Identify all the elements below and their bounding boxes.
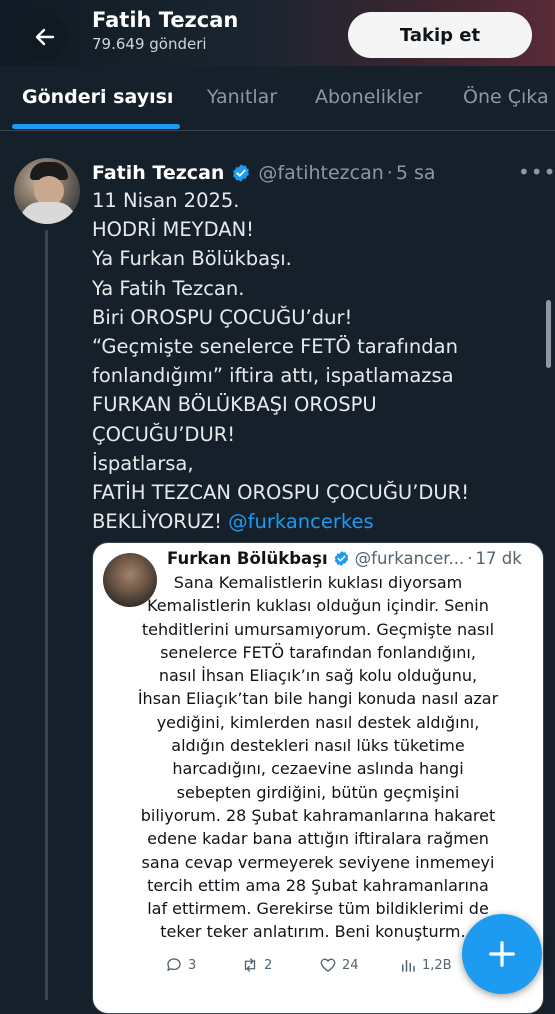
profile-header: Fatih Tezcan 79.649 gönderi Takip et [0,0,555,66]
tweet-time[interactable]: 5 sa [396,162,436,184]
more-horizontal-icon[interactable]: ••• [518,160,555,184]
quoted-line: tehditlerini umursamıyorum. Geçmişte nas… [141,619,495,639]
quoted-line: nasıl İhsan Eliaçık’ın sağ kolu olduğunu… [158,666,478,686]
tab-replies[interactable]: Yanıtlar [207,86,277,108]
tweet-line: fonlandığımı” iftira attı, ispatlamazsa [92,364,454,388]
tab-posts[interactable]: Gönderi sayısı [22,86,173,108]
quoted-line: yediğini, kimlerden nasıl destek aldığın… [156,712,480,732]
like-action[interactable]: 24 [319,956,359,974]
verified-badge-icon [233,164,250,182]
tweet-line: HODRİ MEYDAN! [92,218,254,242]
tab-highlights[interactable]: Öne Çıka [463,86,549,108]
quoted-tweet-header: Furkan Bölükbaşı @furkancer... · 17 dk [167,549,522,568]
quoted-actions: 3 2 24 1,2B [165,956,465,980]
quoted-line: sana cevap vermeyerek seviyene inmemeyi [141,852,495,872]
quoted-line: Sana Kemalistlerin kuklası diyorsam [173,573,463,592]
quoted-line: aldığın destekleri nasıl lüks tüketime [171,736,465,756]
quoted-line: sebepten girdiğini, bütün geçmişini [176,782,460,802]
follow-button[interactable]: Takip et [348,12,532,58]
profile-name: Fatih Tezcan [92,8,239,32]
quoted-handle[interactable]: @furkancer... [355,549,465,568]
retweet-count: 2 [264,957,273,973]
verified-badge-icon [334,551,348,566]
tab-subscriptions[interactable]: Abonelikler [315,86,422,108]
reply-count: 3 [188,957,197,973]
views-count: 1,2B [422,957,452,973]
retweet-icon [244,958,256,972]
back-button[interactable] [22,14,68,60]
quoted-line: laf ettirmem. Gerekirse tüm bildiklerimi… [147,899,489,919]
tweet-text: 11 Nisan 2025. HODRİ MEYDAN! Ya Furkan B… [92,186,542,536]
like-count: 24 [342,957,359,973]
retweet-action[interactable]: 2 [241,956,272,974]
tweet-handle[interactable]: @fatihtezcan [258,162,383,184]
separator: · [467,549,473,568]
thread-line [45,230,48,1000]
compose-button[interactable] [462,914,542,994]
quoted-line: edene kadar bana attığın iftiralara rağm… [147,829,489,849]
quoted-author-name[interactable]: Furkan Bölükbaşı [167,549,328,568]
active-tab-indicator [12,124,180,129]
tweet-line: 11 Nisan 2025. [92,189,240,212]
tweet-line: “Geçmişte senelerce FETÖ tarafından [92,335,458,359]
quoted-line: Kemalistlerin kuklası olduğun içindir. S… [147,596,489,616]
mention-link[interactable]: @furkancerkes [228,510,374,533]
tweet-line: ÇOCUĞU’DUR! [92,422,236,446]
plus-icon [489,941,515,967]
tweet-line-prefix: BEKLİYORUZ! [92,510,222,534]
quoted-line: İhsan Eliaçık’tan bile hangi konuda nası… [137,689,499,709]
quoted-line: biliyorum. 28 Şubat kahramanlarına hakar… [140,805,496,825]
quoted-line: senelerce FETÖ tarafından fonlandığını, [160,642,476,662]
tweet-line: FATİH TEZCAN OROSPU ÇOCUĞU’DUR! [92,481,470,505]
avatar[interactable] [14,158,80,224]
tweet-line: Biri OROSPU ÇOCUĞU’dur! [92,305,353,329]
views-action[interactable]: 1,2B [399,956,452,974]
tweet-author-name[interactable]: Fatih Tezcan [92,162,224,184]
post-count: 79.649 gönderi [92,35,207,53]
tweet-line: Ya Furkan Bölükbaşı. [92,247,292,271]
heart-icon [320,958,336,972]
tweet-line: İspatlarsa, [92,451,194,475]
quoted-tweet-text: Sana Kemalistlerin kuklası diyorsam Kema… [93,571,543,944]
reply-action[interactable]: 3 [165,956,196,974]
profile-tabs: Gönderi sayısı Yanıtlar Abonelikler Öne … [0,66,555,131]
quoted-line: harcadığını, cezaevine aslında hangi [172,759,464,779]
quoted-time[interactable]: 17 dk [476,549,522,568]
tweet-header: Fatih Tezcan @fatihtezcan · 5 sa [92,160,436,186]
arrow-left-icon [35,28,55,46]
views-icon [402,959,415,972]
tweet-last-line: BEKLİYORUZ! @furkancerkes [92,507,542,536]
quoted-line: tercih ettim ama 28 Şubat kahramanlarına [147,875,489,895]
tweet-line: FURKAN BÖLÜKBAŞI OROSPU [92,393,377,417]
tweet-line: Ya Fatih Tezcan. [92,276,245,300]
scrollbar[interactable] [546,300,551,368]
reply-icon [167,958,181,971]
separator: · [386,162,393,184]
